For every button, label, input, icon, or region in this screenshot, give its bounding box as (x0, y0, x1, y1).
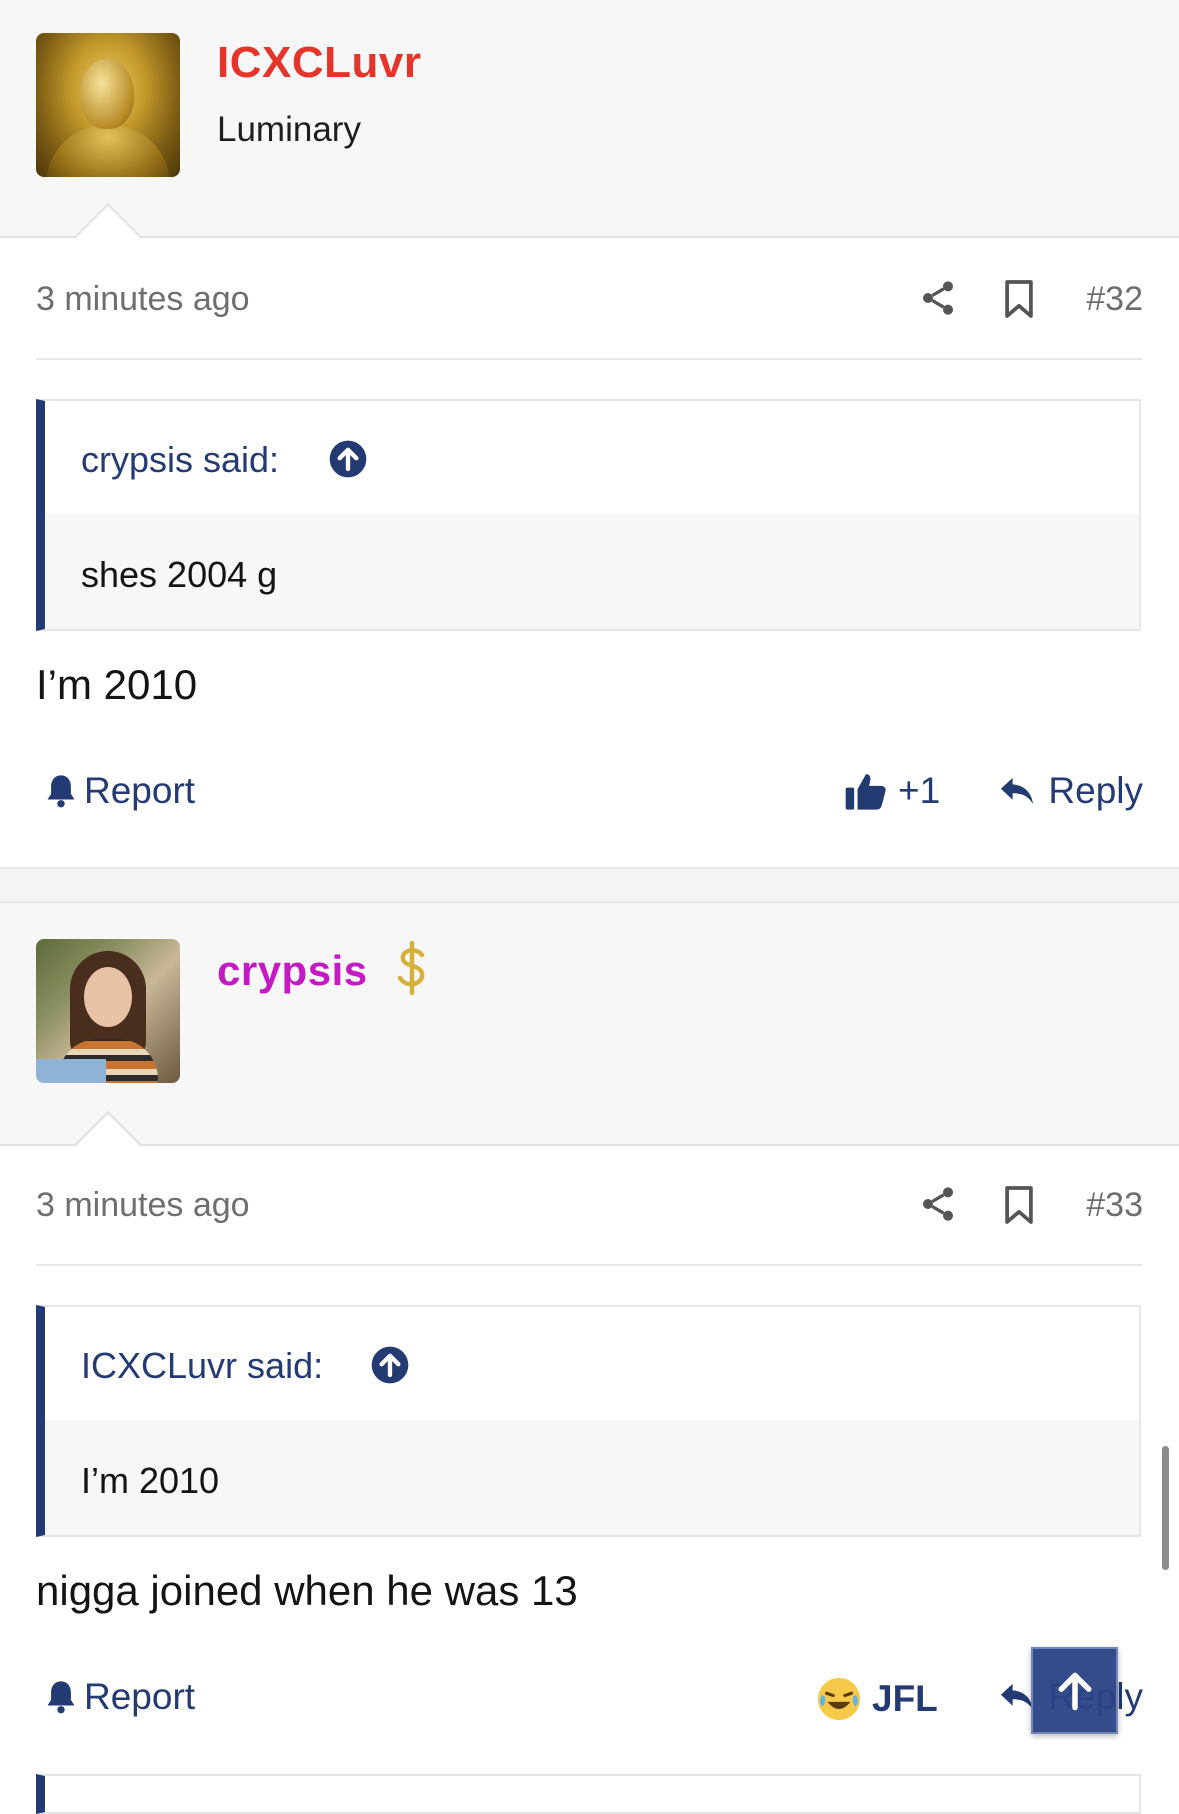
laughing-crying-emoji-icon (817, 1677, 861, 1721)
arrow-up-icon (1058, 1672, 1091, 1710)
avatar[interactable] (36, 33, 180, 177)
post-actions: Report JFL Reply (36, 1672, 1143, 1732)
username[interactable]: ICXCLuvr (217, 38, 421, 88)
reply-label: Reply (1048, 770, 1143, 811)
quote-block: crypsis said: shes 2004 g (36, 399, 1141, 631)
report-button[interactable]: Report (44, 770, 195, 812)
report-label: Report (84, 1676, 196, 1717)
username[interactable]: crypsis (217, 947, 368, 995)
scrollbar[interactable] (1162, 1446, 1169, 1570)
scroll-to-top-button[interactable] (1031, 1647, 1118, 1734)
quote-text: shes 2004 g (81, 554, 278, 595)
bookmark-icon[interactable] (1002, 278, 1036, 320)
quote-header: ICXCLuvr said: (45, 1307, 1139, 1420)
share-icon[interactable] (918, 1184, 958, 1224)
reply-button[interactable]: Reply (998, 770, 1143, 812)
quote-author[interactable]: crypsis said: (81, 439, 279, 481)
quote-body: I’m 2010 (45, 1420, 1139, 1535)
divider (36, 358, 1143, 360)
post-meta-row: 3 minutes ago #32 (36, 268, 1143, 328)
post-time[interactable]: 3 minutes ago (36, 280, 250, 319)
quote-author[interactable]: ICXCLuvr said: (81, 1345, 323, 1387)
user-title: Luminary (217, 110, 361, 149)
share-icon[interactable] (918, 278, 958, 318)
post-number[interactable]: #32 (1086, 280, 1143, 319)
quote-text: I’m 2010 (81, 1460, 220, 1501)
dollar-sign-icon (397, 940, 425, 996)
reaction-label: JFL (872, 1678, 938, 1719)
post-user-header (0, 903, 1179, 1146)
reply-icon (1001, 777, 1034, 805)
post-time[interactable]: 3 minutes ago (36, 1186, 250, 1225)
post-meta-row: 3 minutes ago #33 (36, 1174, 1143, 1234)
quote-block: ICXCLuvr said: I’m 2010 (36, 1305, 1141, 1537)
reaction-label: +1 (898, 770, 941, 811)
reaction-button[interactable]: +1 (844, 770, 940, 812)
divider (36, 1264, 1143, 1266)
quote-body: shes 2004 g (45, 514, 1139, 629)
reaction-button[interactable]: JFL (816, 1676, 938, 1722)
post-separator (0, 867, 1179, 903)
avatar[interactable] (36, 939, 180, 1083)
post-number[interactable]: #33 (1086, 1186, 1143, 1225)
post-user-header: ICXCLuvr Luminary (0, 0, 1179, 238)
report-label: Report (84, 770, 196, 811)
header-pointer (74, 1111, 142, 1146)
quote-header: crypsis said: (45, 401, 1139, 514)
bell-icon (47, 1681, 75, 1714)
post-actions: Report +1 Reply (36, 766, 1143, 826)
next-quote-block (36, 1774, 1141, 1814)
bookmark-icon[interactable] (1002, 1184, 1036, 1226)
bell-icon (47, 775, 75, 808)
post-body: I’m 2010 (36, 661, 198, 708)
report-button[interactable]: Report (44, 1676, 195, 1718)
header-pointer (74, 203, 142, 238)
thumbs-up-icon (845, 774, 886, 810)
post-body: nigga joined when he was 13 (36, 1567, 578, 1614)
jump-to-quote-icon[interactable] (370, 1345, 410, 1385)
jump-to-quote-icon[interactable] (328, 439, 368, 479)
